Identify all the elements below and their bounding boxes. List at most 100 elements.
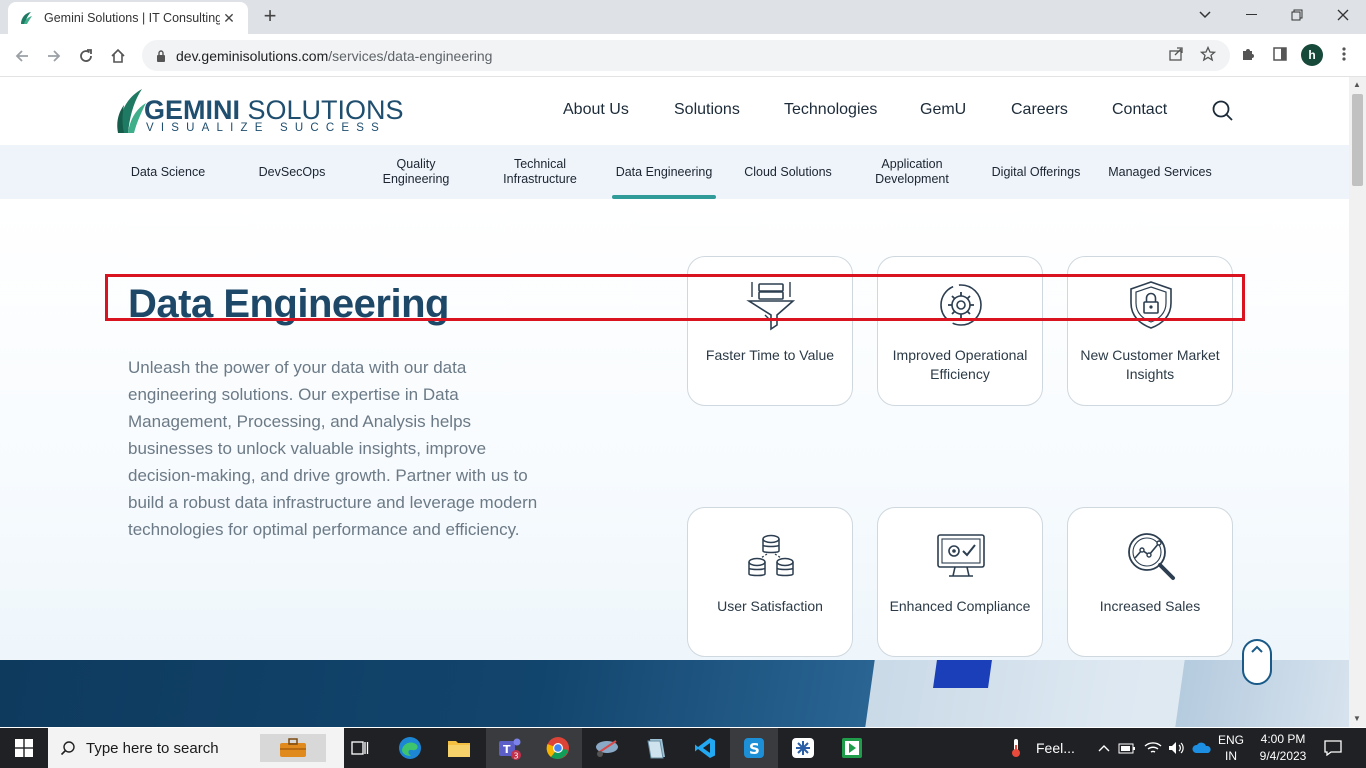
skype-like-s-icon[interactable]: S: [730, 728, 778, 768]
notifications-icon[interactable]: [1324, 728, 1342, 768]
card-label: Improved Operational Efficiency: [892, 347, 1028, 382]
taskbar-search-box[interactable]: Type here to search: [48, 728, 344, 768]
weather-text: Feel...: [1036, 740, 1075, 756]
forward-button[interactable]: [40, 42, 68, 70]
nav-technologies[interactable]: Technologies: [784, 101, 877, 119]
subnav-devsecops[interactable]: DevSecOps: [240, 145, 344, 199]
tab-search-chevron-icon[interactable]: [1182, 0, 1228, 30]
subnav-application-development[interactable]: Application Development: [860, 145, 964, 199]
vscode-icon[interactable]: [681, 728, 729, 768]
gemini-logo[interactable]: GEMINI SOLUTIONS VISUALIZE SUCCESS: [116, 85, 404, 137]
card-label: Enhanced Compliance: [889, 598, 1031, 614]
reload-button[interactable]: [72, 42, 100, 70]
address-bar[interactable]: dev.geminisolutions.com /services/data-e…: [142, 40, 1230, 71]
nav-gemu[interactable]: GemU: [920, 101, 966, 119]
browser-tab-active[interactable]: Gemini Solutions | IT Consulting, ✕: [8, 2, 248, 34]
input-language-indicator[interactable]: ENG IN: [1218, 728, 1244, 768]
browser-menu-icon[interactable]: [1332, 42, 1356, 66]
onedrive-cloud-icon[interactable]: [1192, 728, 1212, 768]
windows-logo-icon: [15, 739, 33, 757]
weather-widget[interactable]: Feel...: [1006, 728, 1075, 768]
thermometer-icon: [1012, 739, 1020, 757]
notes-app-icon[interactable]: [632, 728, 680, 768]
benefit-card-user-satisfaction: User Satisfaction: [687, 507, 853, 657]
scroll-up-arrow-icon[interactable]: ▲: [1353, 80, 1361, 89]
minimize-button[interactable]: [1228, 0, 1274, 30]
subnav-technical-infrastructure[interactable]: Technical Infrastructure: [488, 145, 592, 199]
battery-icon[interactable]: [1118, 728, 1136, 768]
section-banner-image: [0, 660, 1349, 727]
clock-date: 9/4/2023: [1259, 749, 1307, 763]
share-icon[interactable]: [1164, 42, 1188, 66]
volume-icon[interactable]: [1168, 728, 1186, 768]
search-icon[interactable]: [1211, 99, 1235, 123]
page-scrollbar[interactable]: ▲ ▼: [1349, 77, 1366, 727]
home-button[interactable]: [104, 42, 132, 70]
chrome-icon[interactable]: [534, 728, 582, 768]
subnav-cloud-solutions[interactable]: Cloud Solutions: [736, 145, 840, 199]
gemini-favicon-icon: [21, 12, 32, 24]
network-app-icon[interactable]: [779, 728, 827, 768]
restore-button[interactable]: [1274, 0, 1320, 30]
nav-solutions[interactable]: Solutions: [674, 101, 740, 119]
file-explorer-icon[interactable]: [435, 728, 483, 768]
subnav-quality-engineering[interactable]: Quality Engineering: [364, 145, 468, 199]
side-panel-icon[interactable]: [1268, 42, 1292, 66]
svg-text:3: 3: [514, 752, 519, 761]
subnav-data-science[interactable]: Data Science: [116, 145, 220, 199]
subnav-data-engineering[interactable]: Data Engineering: [612, 145, 716, 199]
extensions-puzzle-icon[interactable]: [1236, 42, 1260, 66]
search-icon: [60, 741, 75, 756]
subnav-managed-services[interactable]: Managed Services: [1108, 145, 1212, 199]
nav-about-us[interactable]: About Us: [563, 101, 629, 119]
services-subnav: Data Science DevSecOps Quality Engineeri…: [0, 145, 1349, 199]
snipping-tool-icon[interactable]: [583, 728, 631, 768]
tab-close-icon[interactable]: ✕: [220, 10, 238, 27]
scrollbar-thumb[interactable]: [1352, 94, 1363, 186]
show-hidden-icons-chevron-icon[interactable]: [1098, 728, 1110, 768]
monitor-check-icon: [937, 534, 985, 577]
profile-avatar[interactable]: h: [1301, 44, 1323, 66]
scroll-to-top-button[interactable]: [1242, 639, 1272, 685]
close-window-button[interactable]: [1320, 0, 1366, 30]
search-highlight-briefcase-icon: [260, 734, 326, 762]
bookmark-star-icon[interactable]: [1196, 42, 1220, 66]
svg-text:T: T: [503, 743, 511, 756]
card-label: New Customer Market Insights: [1080, 347, 1220, 382]
url-host: dev.geminisolutions.com: [176, 47, 329, 64]
media-player-icon[interactable]: [828, 728, 876, 768]
nav-careers[interactable]: Careers: [1011, 101, 1068, 119]
windows-taskbar: Type here to search T3 S Feel... ENG IN …: [0, 728, 1366, 768]
new-tab-button[interactable]: +: [258, 5, 282, 29]
benefit-card-enhanced-compliance: Enhanced Compliance: [877, 507, 1043, 657]
browser-tab-strip: Gemini Solutions | IT Consulting, ✕ +: [0, 0, 1366, 34]
nav-contact[interactable]: Contact: [1112, 101, 1167, 119]
region-code: IN: [1225, 749, 1237, 763]
scroll-down-arrow-icon[interactable]: ▼: [1353, 714, 1361, 723]
banner-chart-bar: [933, 660, 992, 688]
wifi-icon[interactable]: [1144, 728, 1162, 768]
tab-title: Gemini Solutions | IT Consulting,: [44, 11, 220, 25]
site-header: GEMINI SOLUTIONS VISUALIZE SUCCESS About…: [0, 77, 1349, 145]
hero-description: Unleash the power of your data with our …: [128, 358, 538, 539]
edge-browser-icon[interactable]: [386, 728, 434, 768]
clock-time: 4:00 PM: [1260, 732, 1306, 746]
windows-start-button[interactable]: [0, 728, 48, 768]
card-label: Increased Sales: [1099, 598, 1201, 614]
logo-tagline: VISUALIZE SUCCESS: [146, 122, 386, 134]
chevron-up-icon: [1251, 645, 1263, 653]
lang-code: ENG: [1218, 733, 1245, 747]
browser-toolbar: dev.geminisolutions.com /services/data-e…: [0, 34, 1366, 77]
benefit-card-increased-sales: Increased Sales: [1067, 507, 1233, 657]
banner-report-graphic: [865, 660, 1185, 727]
system-clock[interactable]: 4:00 PM 9/4/2023: [1250, 731, 1316, 765]
back-button[interactable]: [8, 42, 36, 70]
card-label: Faster Time to Value: [705, 347, 835, 363]
lock-icon: [157, 49, 165, 62]
subnav-digital-offerings[interactable]: Digital Offerings: [984, 145, 1088, 199]
hero-section: Data Engineering Unleash the power of yo…: [0, 199, 1349, 660]
teams-icon[interactable]: T3: [486, 728, 534, 768]
task-view-icon[interactable]: [336, 728, 384, 768]
card-label: User Satisfaction: [717, 598, 823, 614]
taskbar-search-placeholder: Type here to search: [86, 739, 219, 757]
